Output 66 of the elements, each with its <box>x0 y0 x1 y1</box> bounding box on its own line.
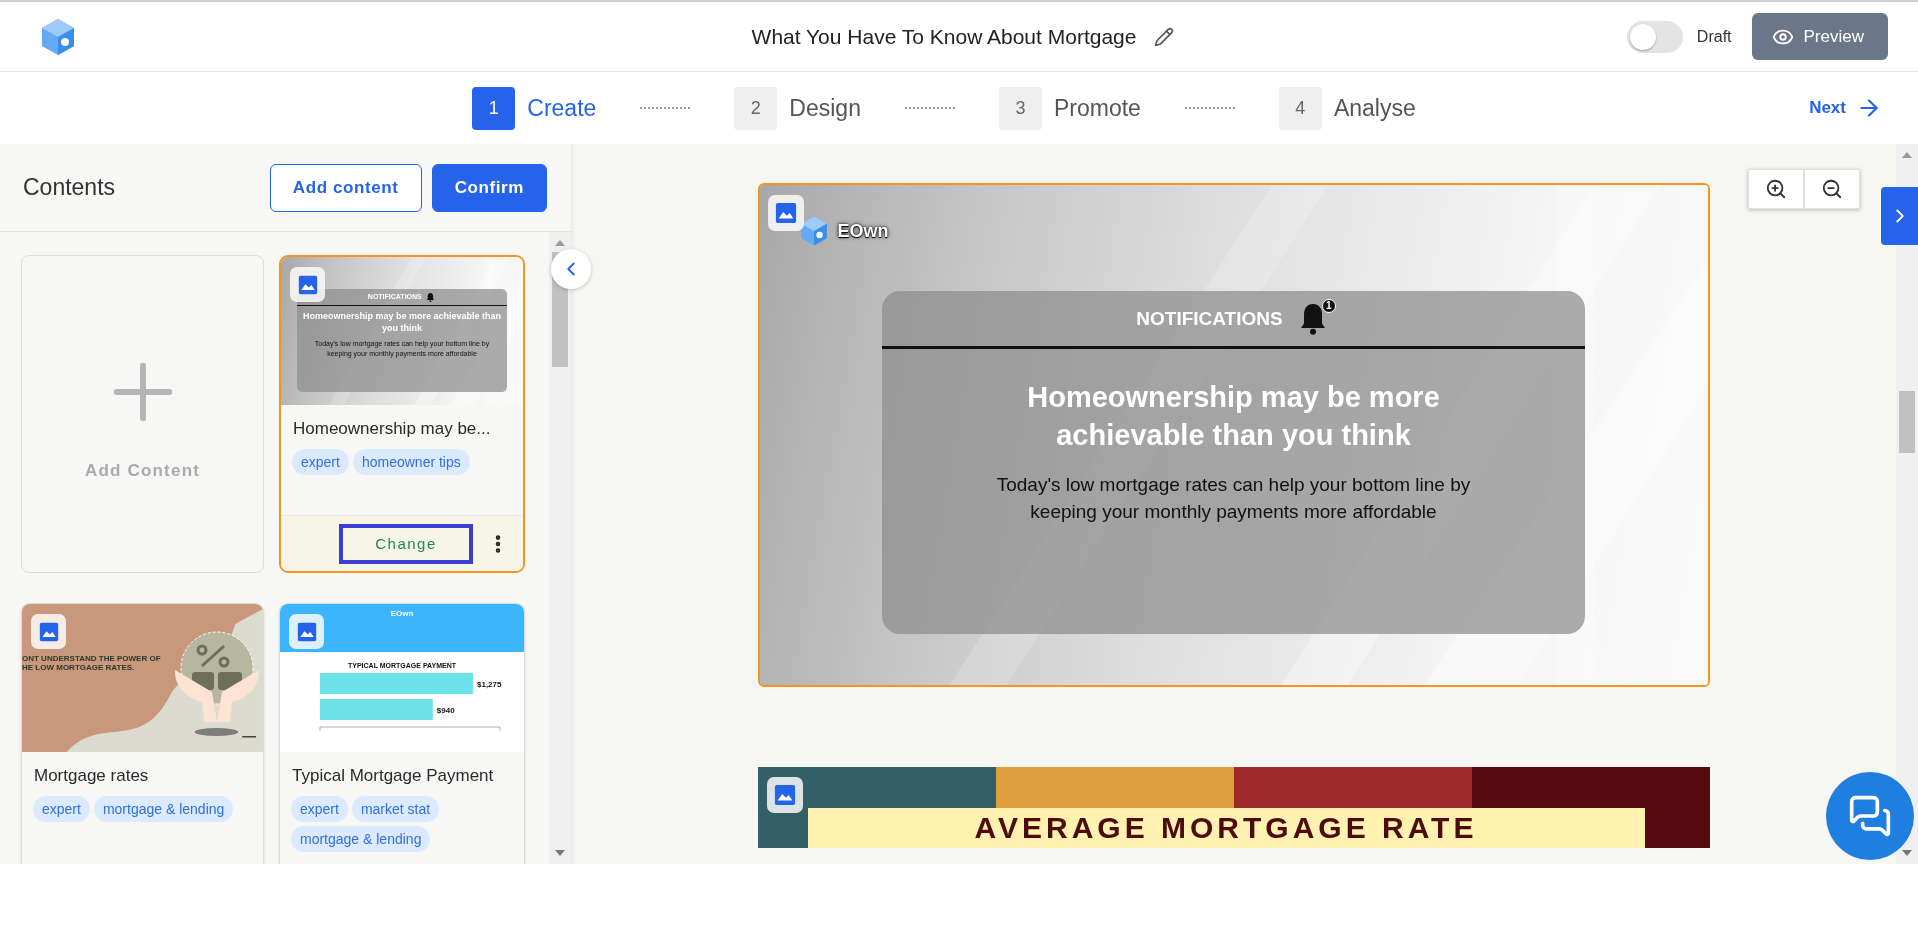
image-icon <box>297 274 318 295</box>
promo-headline: ONT UNDERSTAND THE POWER OF <box>22 654 161 663</box>
step-number: 4 <box>1278 86 1322 130</box>
slide-preview[interactable]: AVERAGE MORTGAGE RATE <box>757 767 1710 848</box>
step-number: 2 <box>734 86 778 130</box>
card-title: Homeownership may be... <box>292 418 492 440</box>
tag: expert <box>33 796 90 822</box>
notification-header: NOTIFICATIONS <box>1136 307 1283 330</box>
slide-preview[interactable]: NOTIFICATIONS 1 Homeownership may be more achievable than you think Today's low mortgage rates can help your bottom line by keeping your monthly payments more affordable EOwn <box>757 183 1710 687</box>
document-title: What You Have To Know About Mortgage <box>751 24 1137 49</box>
tag: homeowner tips <box>352 449 470 475</box>
image-button[interactable] <box>767 195 804 231</box>
value-label: $940 <box>436 706 455 715</box>
step-number: 1 <box>472 86 516 130</box>
content-card[interactable] <box>279 255 525 573</box>
tag: mortgage & lending <box>291 826 431 852</box>
edit-icon[interactable] <box>1154 26 1175 47</box>
tag: expert <box>292 449 349 475</box>
body-text: Today's low mortgage rates can help your bottom line by keeping your monthly payments more affordable <box>995 473 1472 525</box>
step-label: Promote <box>1053 94 1141 122</box>
image-button[interactable] <box>31 614 66 649</box>
headline: Homeownership may be more achievable than you think <box>1026 380 1441 453</box>
brand-name: EOwn <box>837 220 889 242</box>
step-label: Create <box>527 94 597 122</box>
tag: expert <box>291 796 348 822</box>
image-icon <box>773 784 796 806</box>
draft-toggle[interactable] <box>1626 20 1683 53</box>
content-card[interactable]: ONT UNDERSTAND THE POWER OF HE LOW MORTGAGE RATES. Mortgage rates expert mortgage & lending <box>21 603 264 864</box>
banner-title: AVERAGE MORTGAGE RATE <box>974 811 1478 846</box>
change-button[interactable]: Change <box>339 523 473 564</box>
headline: Homeownership may be more achievable than you think <box>302 311 502 335</box>
card-title: Mortgage rates <box>33 765 150 787</box>
bell-badge: 1 <box>1321 298 1336 313</box>
step-label: Design <box>789 94 861 122</box>
step-tab[interactable]: 3 Promote <box>998 86 1141 130</box>
image-icon <box>296 621 317 642</box>
zoom-out-icon <box>1821 178 1843 200</box>
tag: mortgage & lending <box>93 796 234 822</box>
brand-name: EOwn <box>390 609 414 620</box>
image-button[interactable] <box>289 614 324 649</box>
tag: market stat <box>351 796 440 822</box>
step-tab[interactable]: 4 Analyse <box>1278 86 1416 130</box>
image-icon <box>774 202 797 224</box>
zoom-out-button[interactable] <box>1804 169 1860 209</box>
zoom-in-button[interactable] <box>1748 169 1804 209</box>
draft-label: Draft <box>1696 27 1732 46</box>
confirm-button[interactable]: Confirm <box>431 163 547 212</box>
step-tab[interactable]: 2 Design <box>734 86 861 130</box>
add-content-label: Add Content <box>84 461 201 481</box>
bell-icon <box>425 291 437 303</box>
chat-icon <box>1848 794 1892 838</box>
next-button[interactable]: Next <box>1803 94 1888 122</box>
preview-button[interactable]: Preview <box>1751 13 1888 60</box>
add-content-button[interactable]: Add content <box>269 163 422 212</box>
panel-title: Contents <box>23 174 117 201</box>
image-button[interactable] <box>766 777 803 813</box>
step-number: 3 <box>998 86 1042 130</box>
step-tab[interactable]: 1 Create <box>472 86 597 130</box>
scrollbar[interactable] <box>549 232 571 864</box>
zoom-in-icon <box>1765 178 1787 200</box>
promo-headline: HE LOW MORTGAGE RATES. <box>22 663 136 672</box>
value-label: $1,275 <box>477 680 502 689</box>
image-icon <box>38 621 59 642</box>
card-title: Typical Mortgage Payment <box>291 765 495 787</box>
step-label: Analyse <box>1333 94 1416 122</box>
image-button[interactable] <box>290 267 325 302</box>
